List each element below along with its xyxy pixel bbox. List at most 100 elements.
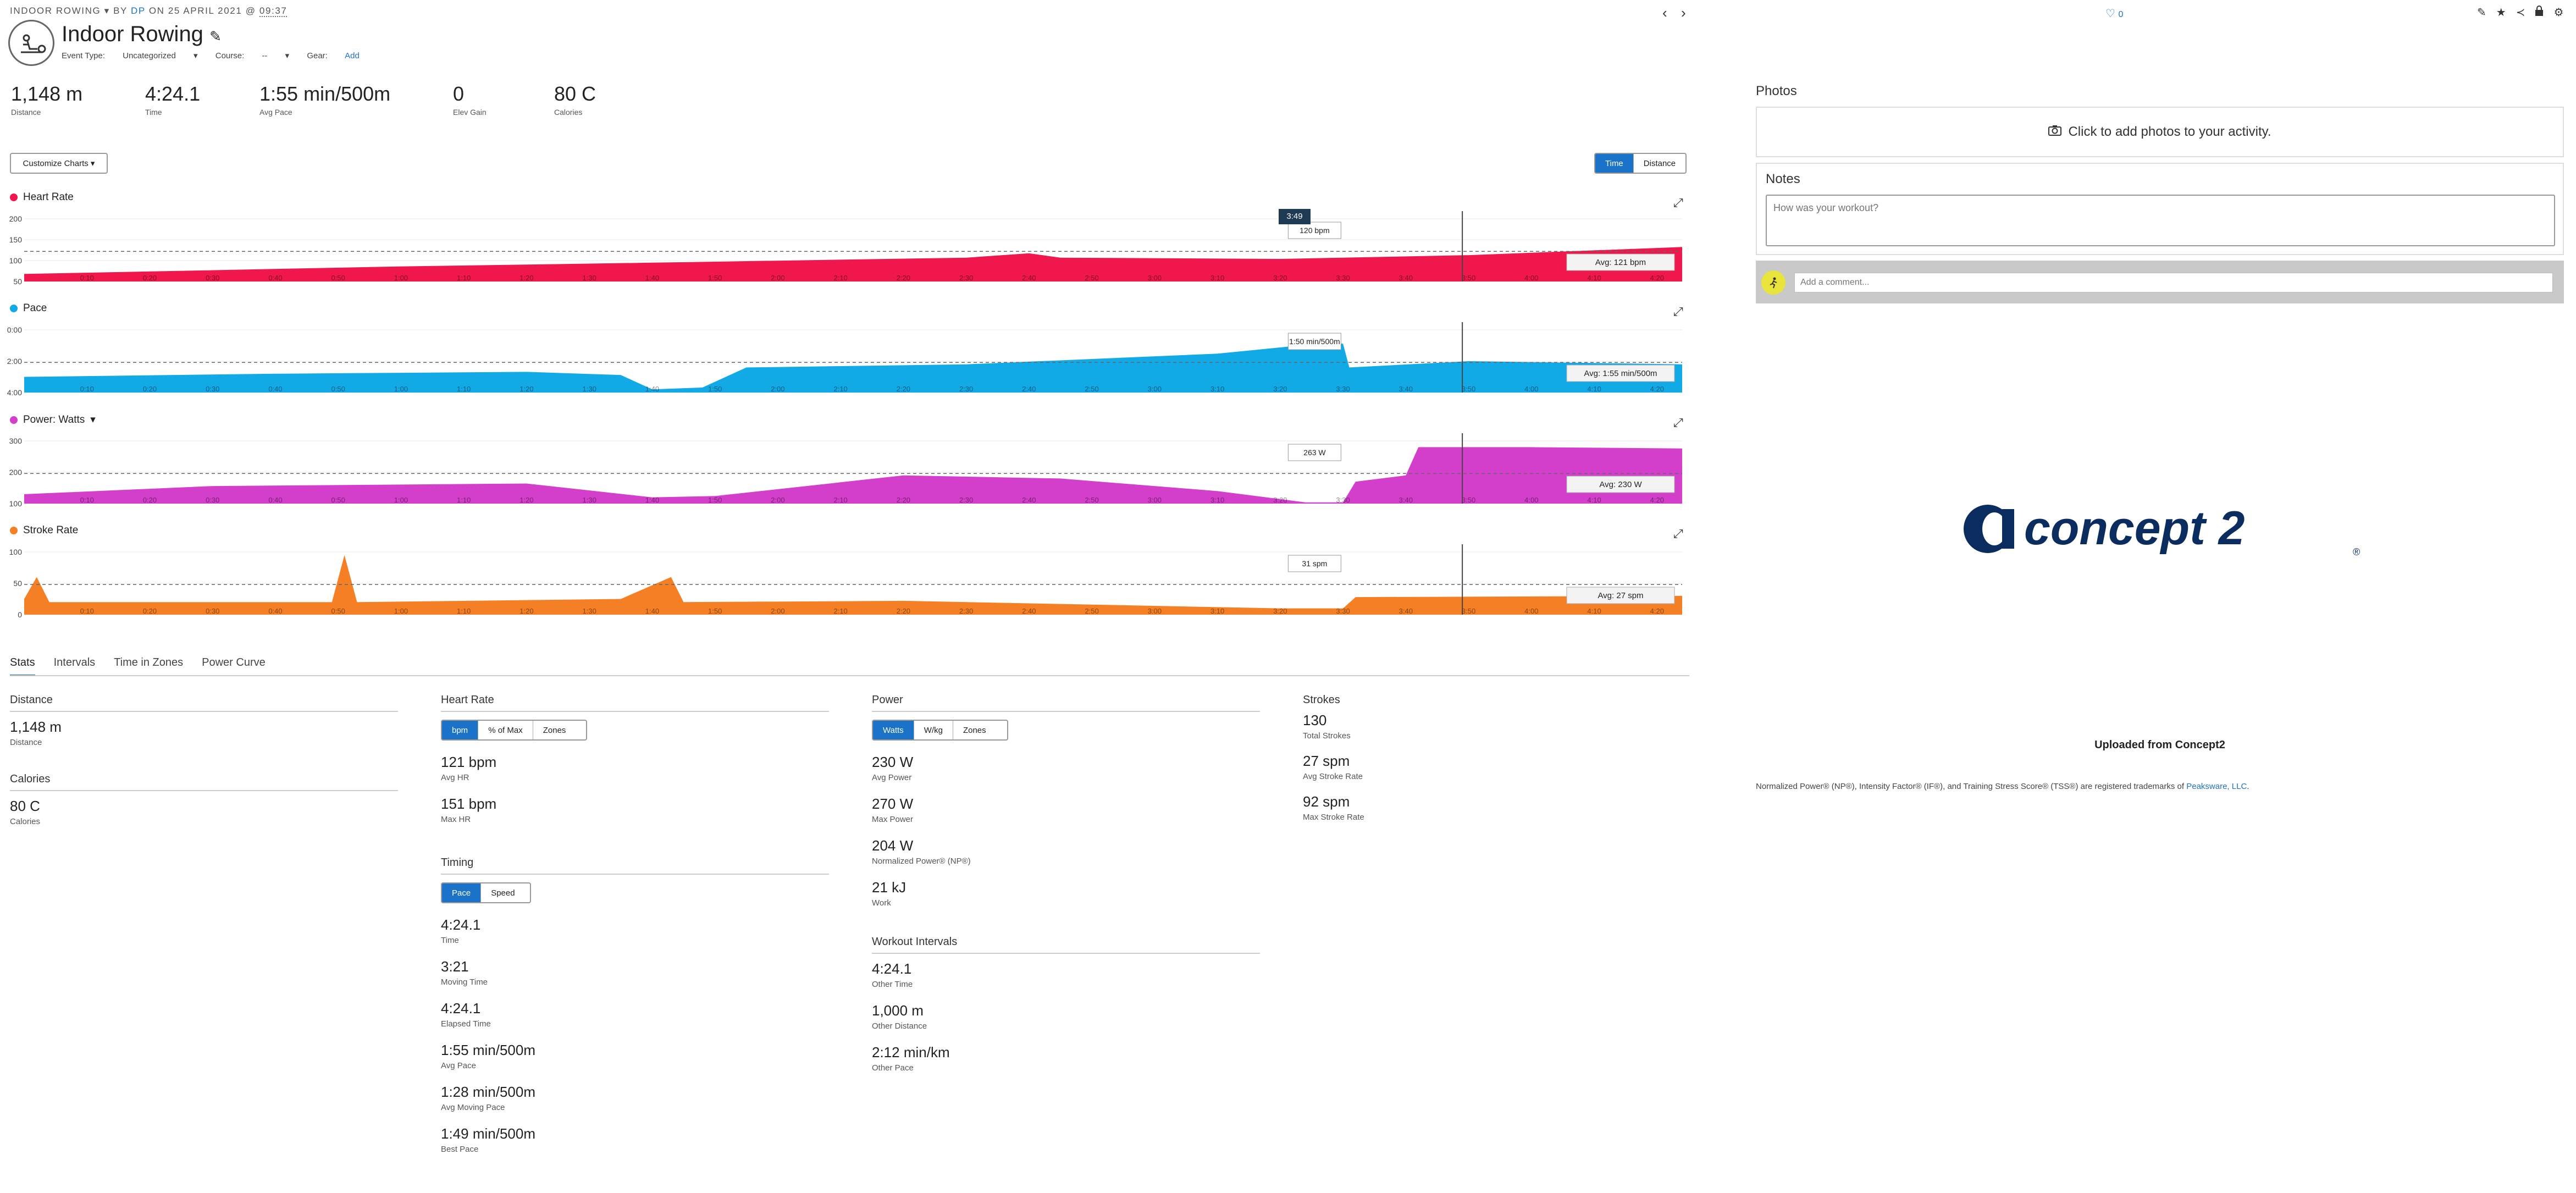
power-plot: 300 200 100 0:10 0:20 0:30 0:40 0:50 1:00 1:10 1:2… [9,433,1682,508]
power-watts-toggle[interactable]: Watts [873,721,914,739]
svg-text:®: ® [2353,546,2360,557]
lock-icon[interactable] [2535,5,2544,20]
stat-value: 1:28 min/500m [441,1084,535,1100]
x-tick-label: 2:00 [771,496,784,504]
x-tick-label: 1:40 [645,607,659,615]
notes-title: Notes [1766,172,1800,186]
hr-bpm-toggle[interactable]: bpm [442,721,479,739]
add-photos-button[interactable]: Click to add photos to your activity. [1756,107,2564,157]
distance-toggle[interactable]: Distance [1634,154,1685,173]
stat-item: 1:28 min/500m Avg Moving Pace [441,1084,829,1112]
stat-item: 151 bpm Max HR [441,796,829,824]
x-tick-label: 3:50 [1462,274,1475,282]
timing-speed-toggle[interactable]: Speed [481,883,524,902]
x-tick-label: 1:10 [457,274,471,282]
time-distance-toggle: Time Distance [1594,153,1687,174]
x-tick-label: 0:20 [143,385,157,393]
x-tick-label: 2:10 [833,496,847,504]
hr-zones-toggle[interactable]: Zones [533,721,576,739]
x-tick-label: 0:40 [268,496,282,504]
power-wkg-toggle[interactable]: W/kg [914,721,953,739]
course-label: Course: [215,51,245,60]
stat-item: 1:55 min/500m Avg Pace [441,1042,829,1070]
notes-input[interactable] [1766,195,2555,246]
activity-type-label[interactable]: INDOOR ROWING [10,5,101,16]
x-tick-label: 3:40 [1399,496,1413,504]
x-tick-label: 3:30 [1336,496,1350,504]
x-tick-label: 4:00 [1524,607,1538,615]
x-tick-label: 3:10 [1210,607,1224,615]
trademark-end: . [2247,782,2249,791]
calories-section: Calories 80 C Calories [10,773,398,826]
power-section: Power Watts W/kg Zones 230 W Avg Power 270… [872,694,1260,921]
tab-stats[interactable]: Stats [10,656,35,676]
x-tick-label: 0:10 [80,385,94,393]
pencil-icon[interactable]: ✎ [2477,5,2486,20]
summary-stat: 1:55 min/500m Avg Pace [259,82,390,117]
x-tick-label: 1:20 [519,385,533,393]
power-items: 230 W Avg Power 270 W Max Power 204 W Normali… [872,754,1260,908]
gear-icon[interactable]: ⚙ [2553,5,2563,20]
x-tick-label: 2:40 [1022,607,1036,615]
expand-icon[interactable]: ⤢ [1673,196,1683,210]
gear-selector: Gear: Add [307,51,375,60]
x-tick-label: 1:30 [583,385,596,393]
x-tick-label: 3:30 [1336,607,1350,615]
x-tick-label: 0:10 [80,607,94,615]
x-tick-label: 2:30 [959,607,973,615]
x-tick-label: 2:40 [1022,385,1036,393]
peaksware-link[interactable]: Peaksware, LLC [2186,782,2247,791]
tab-time-in-zones[interactable]: Time in Zones [114,656,183,676]
chevron-down-icon[interactable]: ▾ [90,413,96,426]
time-toggle[interactable]: Time [1595,154,1634,173]
x-tick-label: 3:10 [1210,385,1224,393]
customize-charts-button[interactable]: Customize Charts ▾ [10,153,108,174]
expand-icon[interactable]: ⤢ [1673,305,1683,319]
summary-stat-value: 1:55 min/500m [259,82,391,105]
hr-percent-max-toggle[interactable]: % of Max [478,721,533,739]
chevron-left-icon[interactable]: ‹ [1662,4,1667,21]
add-gear-link[interactable]: Add [345,51,360,60]
stroke-rate-legend-dot [10,527,18,534]
event-type-selector[interactable]: Event Type: Uncategorized ▾ [62,51,198,60]
x-tick-label: 2:10 [833,274,847,282]
x-tick-label: 2:10 [833,607,847,615]
heart-rate-plot: 200 150 100 50 0:10 0:20 0:30 0:40 0:50 1:00 1:10 1… [9,209,1682,286]
power-area [24,447,1682,504]
timing-pace-toggle[interactable]: Pace [442,883,482,902]
stat-item: 4:24.1 Other Time [872,960,1260,989]
chevron-right-icon[interactable]: › [1681,4,1686,21]
stat-value: 4:24.1 [441,916,481,933]
share-icon[interactable]: ≺ [2516,5,2525,20]
tab-intervals[interactable]: Intervals [54,656,96,676]
comment-input[interactable] [1794,273,2553,292]
stat-item: 27 spm Avg Stroke Rate [1303,753,1691,781]
course-selector[interactable]: Course: -- ▾ [215,51,289,60]
x-tick-label: 1:00 [394,496,408,504]
x-tick-label: 3:40 [1399,274,1413,282]
summary-stat-label: Calories [554,108,583,117]
star-icon[interactable]: ★ [2496,5,2506,20]
x-tick-label: 1:50 [708,274,722,282]
heart-rate-items: 121 bpm Avg HR 151 bpm Max HR [441,754,829,824]
power-chart: Power: Watts ▾ ⤢ 300 200 100 0:10 0:20 0:30 0:40 0… [0,409,1693,517]
like-button[interactable]: ♡ 0 [2105,7,2123,20]
pace-legend-dot [10,305,18,312]
edit-title-icon[interactable]: ✎ [209,28,222,45]
summary-stat-label: Distance [11,108,41,117]
power-chart-title[interactable]: Power: Watts ▾ [10,413,96,426]
activity-title: Indoor Rowing ✎ [62,22,222,47]
author-link[interactable]: DP [131,5,146,16]
tab-power-curve[interactable]: Power Curve [202,656,266,676]
x-tick-label: 3:20 [1273,496,1287,504]
activity-type-dropdown-icon[interactable]: ▾ [104,5,113,16]
calories-section-title: Calories [10,773,398,791]
activity-title-text: Indoor Rowing [62,22,203,46]
gear-label: Gear: [307,51,328,60]
power-zones-toggle[interactable]: Zones [953,721,996,739]
stat-value: 21 kJ [872,879,906,896]
expand-icon[interactable]: ⤢ [1673,527,1683,541]
y-tick-label: 0 [18,610,22,619]
y-tick-label: 200 [9,214,23,223]
expand-icon[interactable]: ⤢ [1673,416,1683,430]
